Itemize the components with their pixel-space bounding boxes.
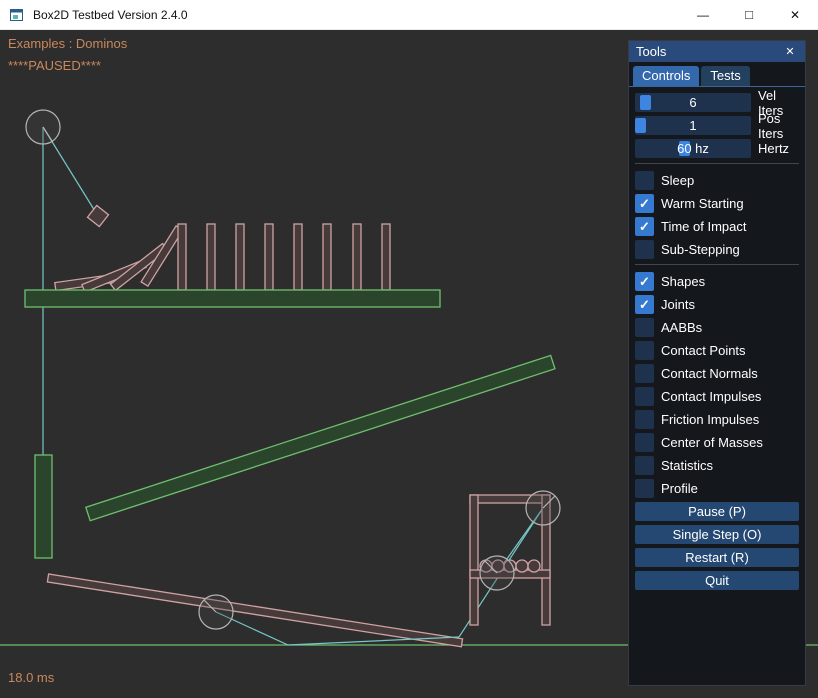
checkbox-label: Contact Impulses (661, 389, 761, 404)
checkbox-box: ✓ (635, 240, 654, 259)
minimize-icon: — (697, 8, 709, 22)
maximize-button[interactable]: □ (726, 0, 772, 29)
panel-close-icon[interactable]: ✕ (782, 44, 798, 60)
wheel-left[interactable] (199, 595, 233, 629)
checkbox-box: ✓ (635, 217, 654, 236)
frame-time-label: 18.0 ms (8, 670, 54, 685)
tools-tab-bar: Controls Tests (629, 62, 805, 87)
checkbox-sleep[interactable]: ✓ Sleep (635, 171, 799, 190)
restart-button[interactable]: Restart (R) (635, 548, 799, 567)
check-icon: ✓ (635, 194, 654, 213)
checkbox-box: ✓ (635, 341, 654, 360)
check-icon: ✓ (635, 272, 654, 291)
example-label: Examples : Dominos (8, 36, 127, 51)
window-controls: — □ ✕ (680, 0, 818, 29)
checkbox-contact-impulses[interactable]: ✓ Contact Impulses (635, 387, 799, 406)
check-icon: ✓ (635, 295, 654, 314)
slider-track[interactable]: 60 hz (635, 139, 751, 158)
checkbox-box: ✓ (635, 171, 654, 190)
slider-label: Pos Iters (758, 111, 799, 141)
wheel-mid-right[interactable] (480, 556, 514, 590)
wheel-top-right[interactable] (526, 491, 560, 525)
single-step-button[interactable]: Single Step (O) (635, 525, 799, 544)
checkbox-label: Joints (661, 297, 695, 312)
checkbox-label: Contact Normals (661, 366, 758, 381)
slider-value: 60 hz (635, 139, 751, 158)
checkbox-label: Profile (661, 481, 698, 496)
checkbox-box: ✓ (635, 456, 654, 475)
pause-button[interactable]: Pause (P) (635, 502, 799, 521)
app-icon[interactable] (9, 7, 25, 23)
close-button[interactable]: ✕ (772, 0, 818, 29)
slider-track[interactable]: 1 (635, 116, 751, 135)
paused-label: ****PAUSED**** (8, 58, 101, 73)
pos-iters-slider[interactable]: 1 Pos Iters (635, 116, 799, 135)
maximize-icon: □ (745, 7, 753, 22)
hertz-slider[interactable]: 60 hz Hertz (635, 139, 799, 158)
checkbox-box: ✓ (635, 433, 654, 452)
titlebar[interactable]: Box2D Testbed Version 2.4.0 — □ ✕ (0, 0, 818, 30)
checkbox-center-of-masses[interactable]: ✓ Center of Masses (635, 433, 799, 452)
checkbox-label: Center of Masses (661, 435, 763, 450)
checkbox-contact-points[interactable]: ✓ Contact Points (635, 341, 799, 360)
checkbox-warm-starting[interactable]: ✓ Warm Starting (635, 194, 799, 213)
checkbox-label: Sub-Stepping (661, 242, 740, 257)
checkbox-profile[interactable]: ✓ Profile (635, 479, 799, 498)
slider-value: 6 (635, 93, 751, 112)
checkbox-time-of-impact[interactable]: ✓ Time of Impact (635, 217, 799, 236)
checkbox-box: ✓ (635, 410, 654, 429)
left-pillar (35, 455, 52, 558)
checkbox-box: ✓ (635, 272, 654, 291)
tools-panel[interactable]: Tools ✕ Controls Tests 6 Vel Iters 1 (628, 40, 806, 686)
slider-track[interactable]: 6 (635, 93, 751, 112)
slider-label: Hertz (758, 141, 789, 156)
checkbox-label: Friction Impulses (661, 412, 759, 427)
quit-button[interactable]: Quit (635, 571, 799, 590)
tools-panel-body: 6 Vel Iters 1 Pos Iters 60 hz Hertz (629, 87, 805, 685)
checkbox-label: AABBs (661, 320, 702, 335)
checkbox-box: ✓ (635, 387, 654, 406)
checkbox-box: ✓ (635, 479, 654, 498)
checkbox-label: Time of Impact (661, 219, 746, 234)
pendulum-box[interactable] (87, 205, 108, 226)
close-icon: ✕ (790, 8, 800, 22)
box2d-testbed-window: { "window": { "title": "Box2D Testbed Ve… (0, 0, 818, 698)
checkbox-friction-impulses[interactable]: ✓ Friction Impulses (635, 410, 799, 429)
vel-iters-slider[interactable]: 6 Vel Iters (635, 93, 799, 112)
checkbox-label: Shapes (661, 274, 705, 289)
tab-tests[interactable]: Tests (701, 66, 749, 86)
separator (635, 264, 799, 265)
checkbox-box: ✓ (635, 194, 654, 213)
checkbox-box: ✓ (635, 318, 654, 337)
tab-controls[interactable]: Controls (633, 66, 699, 86)
tilted-plank[interactable] (47, 574, 462, 647)
checkbox-contact-normals[interactable]: ✓ Contact Normals (635, 364, 799, 383)
physics-viewport[interactable]: Examples : Dominos ****PAUSED**** 18.0 m… (0, 30, 818, 698)
window-title: Box2D Testbed Version 2.4.0 (33, 8, 188, 22)
checkbox-label: Contact Points (661, 343, 746, 358)
pendulum-ball[interactable] (26, 110, 60, 144)
checkbox-joints[interactable]: ✓ Joints (635, 295, 799, 314)
tools-panel-title: Tools (636, 44, 666, 59)
checkbox-sub-stepping[interactable]: ✓ Sub-Stepping (635, 240, 799, 259)
checkbox-box: ✓ (635, 364, 654, 383)
fallen-dominos[interactable] (55, 226, 183, 292)
checkbox-statistics[interactable]: ✓ Statistics (635, 456, 799, 475)
checkbox-shapes[interactable]: ✓ Shapes (635, 272, 799, 291)
domino-platform (25, 290, 440, 307)
standing-dominos[interactable] (178, 224, 390, 290)
checkbox-label: Warm Starting (661, 196, 744, 211)
checkbox-label: Sleep (661, 173, 694, 188)
slider-value: 1 (635, 116, 751, 135)
check-icon: ✓ (635, 217, 654, 236)
checkbox-box: ✓ (635, 295, 654, 314)
minimize-button[interactable]: — (680, 0, 726, 29)
checkbox-label: Statistics (661, 458, 713, 473)
tools-panel-titlebar[interactable]: Tools ✕ (629, 41, 805, 62)
checkbox-aabbs[interactable]: ✓ AABBs (635, 318, 799, 337)
separator (635, 163, 799, 164)
